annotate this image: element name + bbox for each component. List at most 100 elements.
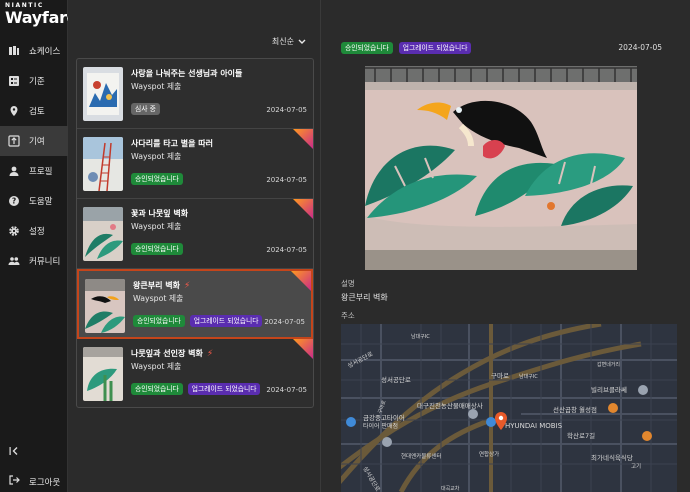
address-label: 주소 [341, 311, 355, 320]
description-label: 설명 [341, 279, 355, 288]
sidebar-item-label: 커뮤니티 [29, 257, 61, 267]
submission-list-panel: 최신순 사랑을 나눠주는 선생님과 아이들 Wayspot 제출 심사 중 20… [68, 0, 320, 492]
list-item[interactable]: 사랑을 나눠주는 선생님과 아이들 Wayspot 제출 심사 중 2024-0… [77, 59, 313, 129]
review-pin-icon [8, 105, 20, 117]
svg-text:성서공단로: 성서공단로 [381, 375, 411, 384]
submission-date: 2024-07-05 [266, 386, 307, 394]
svg-text:최가네식육식당: 최가네식육식당 [591, 453, 633, 462]
submission-type: Wayspot 제출 [133, 294, 184, 303]
sidebar-item-showcase[interactable]: 쇼케이스 [0, 36, 68, 66]
submission-thumbnail [83, 67, 123, 121]
submission-type: Wayspot 제출 [131, 222, 182, 231]
submission-thumbnail [83, 347, 123, 401]
status-badge: 승인되었습니다 [131, 383, 183, 395]
submission-photo[interactable] [365, 66, 637, 270]
sidebar-item-criteria[interactable]: 기준 [0, 66, 68, 96]
submission-date: 2024-07-05 [266, 106, 307, 114]
svg-text:학산로7길: 학산로7길 [567, 431, 595, 440]
svg-text:구마로: 구마로 [491, 371, 509, 380]
upgrade-badge: 업그레이드 되었습니다 [189, 315, 263, 327]
svg-text:선산곱창 월성점: 선산곱창 월성점 [553, 405, 597, 414]
submission-list: 사랑을 나눠주는 선생님과 아이들 Wayspot 제출 심사 중 2024-0… [76, 58, 314, 408]
detail-badges: 승인되었습니다 업그레이드 되었습니다 [341, 42, 472, 54]
location-map[interactable]: 남대구IC 성서공단로 성서공단로 구마로 남대구IC 갑변네거리 빌리브클라쎄… [341, 324, 677, 492]
svg-text:빌리브클라쎄: 빌리브클라쎄 [591, 385, 627, 394]
detail-date: 2024-07-05 [618, 43, 662, 52]
collapse-left-icon[interactable] [9, 446, 19, 459]
svg-text:현대엔카물류센터: 현대엔카물류센터 [401, 452, 441, 460]
submission-title: 사다리를 타고 별을 따러 [131, 139, 213, 148]
status-badges: 승인되었습니다 [131, 243, 183, 255]
list-item[interactable]: 나뭇잎과 선인장 벽화 ⚡ Wayspot 제출 승인되었습니다 업그레이드 되었… [77, 339, 313, 407]
sidebar-item-label: 쇼케이스 [29, 47, 61, 57]
status-badges: 심사 중 [131, 103, 160, 115]
sidebar-item-community[interactable]: 커뮤니티 [0, 246, 68, 276]
chevron-down-icon [298, 39, 306, 44]
sidebar-item-settings[interactable]: 설정 [0, 216, 68, 246]
lightning-icon: ⚡ [183, 280, 191, 291]
submission-thumbnail [83, 137, 123, 191]
status-badge: 승인되었습니다 [133, 315, 185, 327]
sort-label: 최신순 [271, 37, 294, 46]
submission-thumbnail [85, 279, 125, 333]
submission-title: 꽃과 나뭇잎 벽화 [131, 209, 189, 218]
submission-date: 2024-07-05 [264, 318, 305, 326]
svg-text:HYUNDAI MOBIS: HYUNDAI MOBIS [505, 422, 563, 430]
list-item-selected[interactable]: 왕큰부리 벽화 ⚡ Wayspot 제출 승인되었습니다 업그레이드 되었습니다 … [77, 269, 313, 339]
status-badge: 승인되었습니다 [131, 173, 183, 185]
sidebar-item-profile[interactable]: 프로필 [0, 156, 68, 186]
submission-title: 사랑을 나눠주는 선생님과 아이들 [131, 69, 243, 78]
submission-type: Wayspot 제출 [131, 82, 182, 91]
app-root: NIANTIC Wayfarer 쇼케이스 기준 검토 기여 프로필 ? 도움말… [0, 0, 690, 492]
upgrade-badge: 업그레이드 되었습니다 [398, 42, 472, 54]
submission-type: Wayspot 제출 [131, 362, 182, 371]
svg-text:연합상가: 연합상가 [479, 450, 499, 458]
upgrade-badge: 업그레이드 되었습니다 [187, 383, 261, 395]
svg-text:금강중고타이어: 금강중고타이어 [363, 413, 405, 422]
svg-text:남대구IC: 남대구IC [519, 373, 538, 380]
gear-icon [8, 225, 20, 237]
sidebar-item-review[interactable]: 검토 [0, 96, 68, 126]
sidebar-item-help[interactable]: ? 도움말 [0, 186, 68, 216]
sidebar-item-label: 설정 [29, 227, 45, 237]
sidebar-nav: 쇼케이스 기준 검토 기여 프로필 ? 도움말 설정 커뮤니티 [0, 36, 68, 276]
list-item[interactable]: 사다리를 타고 별을 따러 Wayspot 제출 승인되었습니다 2024-07… [77, 129, 313, 199]
submission-date: 2024-07-05 [266, 246, 307, 254]
help-icon: ? [8, 195, 20, 207]
sidebar-item-label: 기준 [29, 77, 45, 87]
contribute-icon [8, 135, 20, 147]
sidebar-item-contribute[interactable]: 기여 [0, 126, 68, 156]
svg-text:갑변네거리: 갑변네거리 [597, 361, 620, 368]
svg-text:?: ? [12, 197, 16, 206]
sort-dropdown[interactable]: 최신순 [272, 36, 306, 47]
sidebar: NIANTIC Wayfarer 쇼케이스 기준 검토 기여 프로필 ? 도움말… [0, 0, 85, 492]
sidebar-item-label: 도움말 [29, 197, 53, 207]
svg-text:대곡교차: 대곡교차 [441, 485, 460, 492]
sidebar-item-label: 검토 [29, 107, 45, 117]
submission-type: Wayspot 제출 [131, 152, 182, 161]
status-badges: 승인되었습니다 업그레이드 되었습니다 [133, 315, 263, 327]
status-badge: 승인되었습니다 [341, 42, 393, 54]
submission-thumbnail [83, 207, 123, 261]
submission-date: 2024-07-05 [266, 176, 307, 184]
community-icon [8, 255, 20, 267]
profile-icon [8, 165, 20, 177]
status-badge: 승인되었습니다 [131, 243, 183, 255]
status-badges: 승인되었습니다 업그레이드 되었습니다 [131, 383, 261, 395]
criteria-icon [8, 75, 20, 87]
svg-text:타이어 판매점: 타이어 판매점 [363, 422, 398, 430]
status-badges: 승인되었습니다 [131, 173, 183, 185]
submission-title: 왕큰부리 벽화 ⚡ [133, 280, 191, 291]
logout-button[interactable]: 로그아웃 [8, 474, 60, 489]
svg-text:고기: 고기 [631, 462, 641, 470]
status-badge: 심사 중 [131, 103, 160, 115]
svg-text:남대구IC: 남대구IC [411, 333, 430, 340]
sidebar-item-label: 프로필 [29, 167, 53, 177]
svg-text:대구진천농산물매매상사: 대구진천농산물매매상사 [417, 401, 483, 410]
sidebar-item-label: 기여 [29, 137, 45, 147]
showcase-icon [8, 45, 20, 57]
list-item[interactable]: 꽃과 나뭇잎 벽화 Wayspot 제출 승인되었습니다 2024-07-05 [77, 199, 313, 269]
description-value: 왕큰부리 벽화 [341, 293, 388, 302]
logout-icon [8, 474, 20, 489]
logout-label: 로그아웃 [29, 477, 61, 488]
